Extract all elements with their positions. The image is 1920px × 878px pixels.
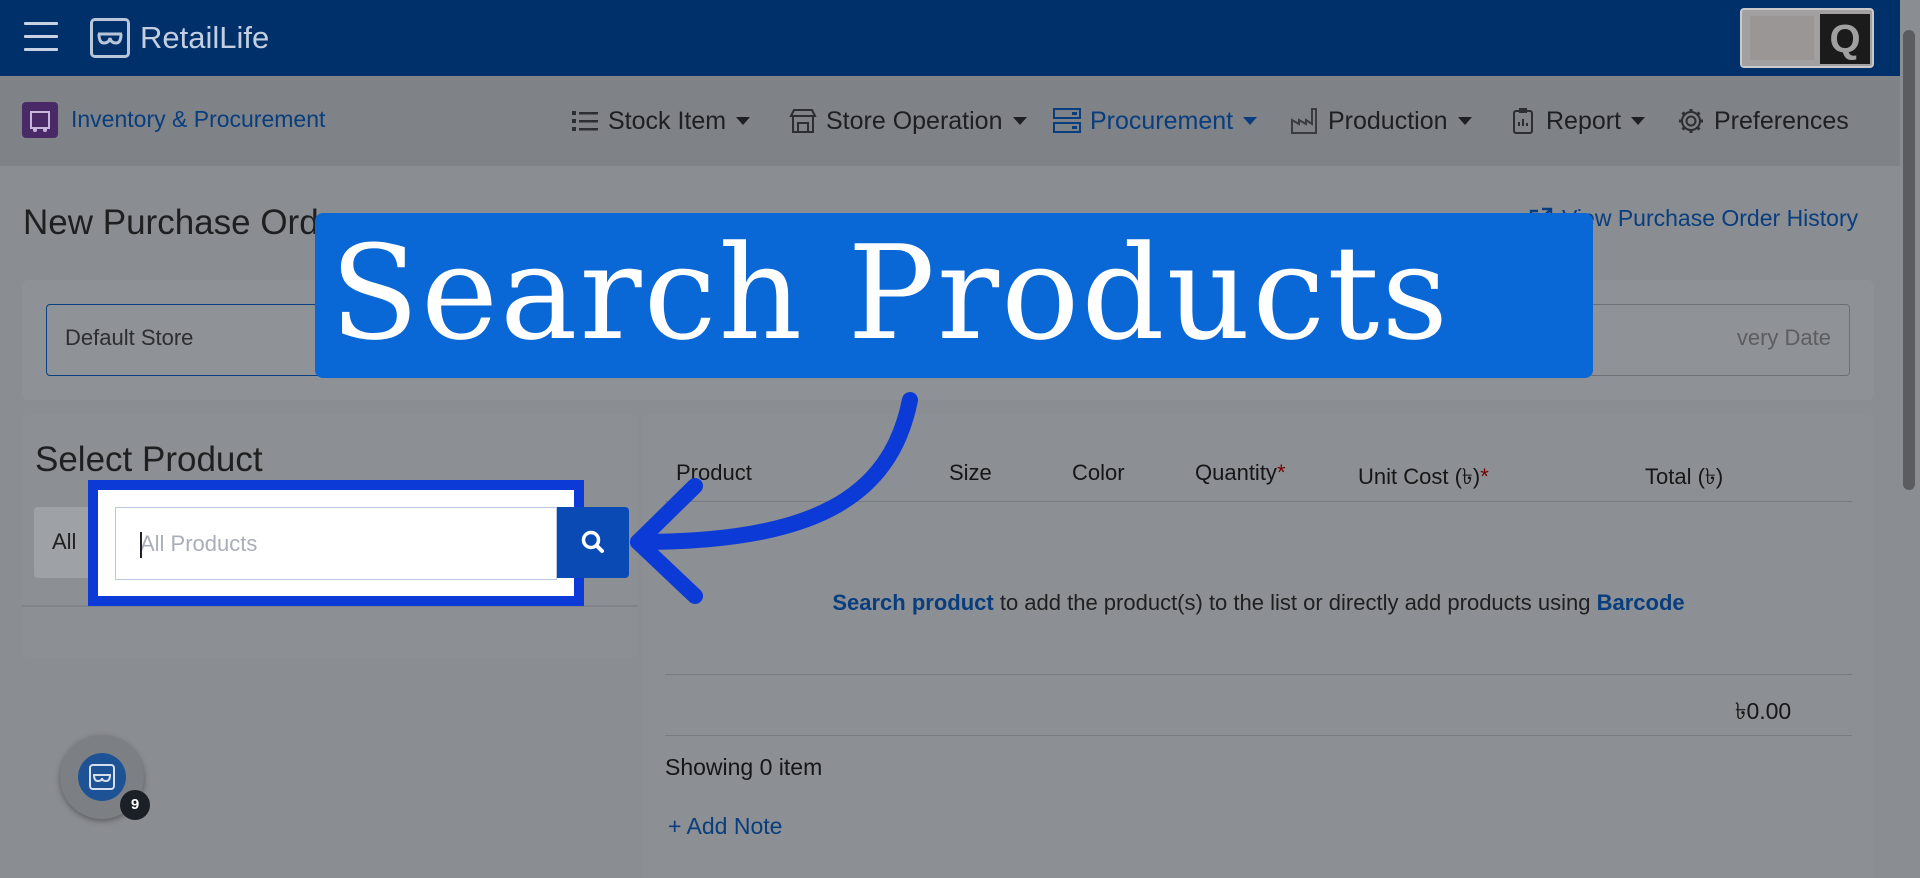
th-total: Total (৳) bbox=[1645, 464, 1724, 489]
nav-store-operation-label: Store Operation bbox=[826, 106, 1003, 135]
required-mark: * bbox=[1276, 460, 1286, 485]
module-title[interactable]: Inventory & Procurement bbox=[71, 106, 325, 133]
empty-message-text: to add the product(s) to the list or dir… bbox=[993, 590, 1597, 615]
chevron-down-icon bbox=[1457, 117, 1472, 125]
store-icon bbox=[789, 109, 817, 133]
search-icon bbox=[581, 530, 604, 553]
nav-production[interactable]: Production bbox=[1290, 106, 1472, 136]
pointer-arrow-icon bbox=[630, 392, 918, 604]
factory-icon bbox=[1291, 108, 1317, 134]
inventory-module-icon bbox=[22, 102, 58, 138]
notification-badge: 9 bbox=[120, 790, 150, 820]
nav-preferences[interactable]: Preferences bbox=[1676, 106, 1849, 136]
chat-logo-icon bbox=[78, 753, 126, 801]
nav-report-label: Report bbox=[1546, 106, 1622, 135]
nav-preferences-label: Preferences bbox=[1714, 106, 1849, 135]
view-history-label: View Purchase Order History bbox=[1562, 205, 1859, 231]
text-cursor bbox=[140, 532, 142, 558]
chevron-down-icon bbox=[736, 117, 751, 125]
th-size: Size bbox=[949, 460, 992, 485]
item-count: Showing 0 item bbox=[665, 754, 823, 780]
th-quantity-label: Quantity bbox=[1195, 460, 1277, 485]
page-title: New Purchase Ord bbox=[23, 203, 319, 242]
select-product-title: Select Product bbox=[35, 440, 263, 479]
q-logo-icon: Q bbox=[1820, 14, 1870, 64]
hamburger-menu-icon[interactable] bbox=[24, 22, 58, 52]
nav-procurement[interactable]: Procurement bbox=[1052, 106, 1258, 136]
table-divider bbox=[665, 735, 1852, 736]
nav-procurement-label: Procurement bbox=[1090, 106, 1234, 135]
clipboard-icon bbox=[1513, 108, 1533, 134]
scrollbar-thumb[interactable] bbox=[1903, 30, 1915, 490]
nav-stock-item[interactable]: Stock Item bbox=[570, 106, 751, 136]
chevron-down-icon bbox=[1243, 117, 1258, 125]
search-button[interactable] bbox=[557, 507, 629, 578]
tutorial-banner-text: Search Products bbox=[330, 217, 1451, 369]
order-total: ৳0.00 bbox=[1735, 698, 1792, 724]
nav-report[interactable]: Report bbox=[1508, 106, 1646, 136]
chevron-down-icon bbox=[1012, 117, 1027, 125]
th-unit-cost: Unit Cost (৳)* bbox=[1358, 460, 1489, 497]
gear-icon bbox=[1679, 109, 1703, 133]
nav-stock-item-label: Stock Item bbox=[608, 106, 727, 135]
required-mark: * bbox=[1480, 464, 1489, 489]
brand-logo-icon bbox=[90, 18, 130, 58]
barcode-link[interactable]: Barcode bbox=[1597, 590, 1685, 615]
product-search-input[interactable] bbox=[115, 507, 557, 580]
th-color: Color bbox=[1072, 460, 1125, 485]
add-note-button[interactable]: + Add Note bbox=[668, 813, 782, 840]
store-logo-image bbox=[1750, 16, 1814, 60]
procurement-icon bbox=[1053, 108, 1081, 133]
top-bar bbox=[0, 0, 1920, 76]
table-divider bbox=[665, 674, 1852, 675]
brand-name: RetailLife bbox=[140, 20, 270, 55]
store-logo-thumbnail[interactable]: Q bbox=[1740, 8, 1874, 68]
th-quantity: Quantity* bbox=[1195, 460, 1286, 486]
th-unit-cost-label: Unit Cost (৳) bbox=[1358, 464, 1481, 489]
nav-production-label: Production bbox=[1328, 106, 1448, 135]
list-icon bbox=[572, 111, 598, 131]
chevron-down-icon bbox=[1631, 117, 1646, 125]
nav-store-operation[interactable]: Store Operation bbox=[788, 106, 1027, 136]
